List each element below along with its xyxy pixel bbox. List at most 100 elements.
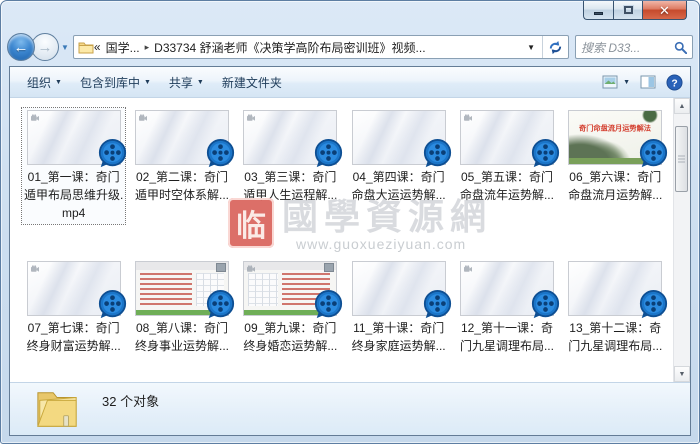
organize-button[interactable]: 组织 ▼ xyxy=(18,70,71,95)
back-arrow-icon: ← xyxy=(13,38,29,56)
file-item[interactable]: 02_第二课：奇门遁甲时空体系解... xyxy=(130,108,235,224)
media-type-icon xyxy=(463,114,472,121)
media-type-icon xyxy=(30,265,39,272)
toolbar-right-group: ▼ ? xyxy=(602,74,683,91)
share-button[interactable]: 共享 ▼ xyxy=(160,70,213,95)
scroll-up-button[interactable]: ▲ xyxy=(674,98,690,114)
search-placeholder: 搜索 D33... xyxy=(581,40,641,55)
include-in-library-button[interactable]: 包含到库中 ▼ xyxy=(71,70,160,95)
file-row-2: 07_第七课：奇门终身财富运势解... 08_第八课：奇门终身事业运势解... … xyxy=(22,259,672,357)
media-type-icon xyxy=(247,114,256,121)
forward-button[interactable]: → xyxy=(31,33,59,61)
change-view-button[interactable]: ▼ xyxy=(602,74,630,90)
video-player-icon xyxy=(206,139,235,168)
file-item[interactable]: 07_第七课：奇门终身财富运势解... xyxy=(22,259,126,357)
file-name: 11_第十课：奇门终身家庭运势解... xyxy=(351,321,446,353)
video-player-icon xyxy=(423,290,452,319)
explorer-window: ✕ ← → ▼ « 国学... ▸ D33734 舒涵老师《决策学高阶布局密训班… xyxy=(0,0,700,444)
video-thumbnail xyxy=(568,261,668,319)
file-grid: 01_第一课：奇门遁甲布局思维升级.mp4 02_第二课：奇门遁甲时空体系解..… xyxy=(10,98,672,382)
media-type-icon xyxy=(247,265,256,272)
maximize-icon xyxy=(622,5,634,15)
file-name: 03_第三课：奇门遁甲人生运程解... xyxy=(243,170,338,202)
file-name: 12_第十一课：奇门九星调理布局... xyxy=(459,321,554,353)
file-name: 09_第九课：奇门终身婚恋运势解... xyxy=(243,321,338,353)
thumbnail-title: 奇门命盘流月运势解法 xyxy=(579,124,652,133)
recent-pages-dropdown[interactable]: ▼ xyxy=(61,43,69,52)
folder-icon-large xyxy=(34,387,80,431)
video-player-icon xyxy=(639,139,668,168)
refresh-icon xyxy=(549,40,562,54)
video-player-icon xyxy=(639,290,668,319)
video-player-icon xyxy=(314,290,343,319)
file-item[interactable]: 01_第一课：奇门遁甲布局思维升级.mp4 xyxy=(20,107,127,225)
video-thumbnail xyxy=(26,110,126,168)
file-name: 05_第五课：奇门命盘流年运势解... xyxy=(459,170,554,202)
slide-text-decoration xyxy=(139,273,192,308)
chevron-down-icon: ▼ xyxy=(623,78,630,86)
video-player-icon xyxy=(531,290,560,319)
object-count: 32 个对象 xyxy=(102,394,160,409)
file-item[interactable]: 奇门命盘流月运势解法 06_第六课：奇门命盘流月运势解... xyxy=(564,108,668,224)
search-input[interactable]: 搜索 D33... xyxy=(575,35,693,59)
address-bar[interactable]: « 国学... ▸ D33734 舒涵老师《决策学高阶布局密训班》视频... ▼ xyxy=(72,35,569,59)
address-history-dropdown[interactable]: ▼ xyxy=(520,43,542,52)
details-pane: 32 个对象 xyxy=(10,382,690,435)
breadcrumb[interactable]: « 国学... ▸ D33734 舒涵老师《决策学高阶布局密训班》视频... xyxy=(94,39,520,56)
file-item[interactable]: 03_第三课：奇门遁甲人生运程解... xyxy=(239,108,343,224)
file-item[interactable]: 09_第九课：奇门终身婚恋运势解... xyxy=(239,259,343,357)
file-name: 08_第八课：奇门终身事业运势解... xyxy=(134,321,229,353)
file-item[interactable]: 05_第五课：奇门命盘流年运势解... xyxy=(455,108,560,224)
slide-portrait-decoration xyxy=(215,263,226,272)
file-item[interactable]: 04_第四课：奇门命盘大运运势解... xyxy=(347,108,451,224)
new-folder-button[interactable]: 新建文件夹 xyxy=(213,70,291,95)
command-toolbar: 组织 ▼ 包含到库中 ▼ 共享 ▼ 新建文件夹 ▼ ? xyxy=(10,67,690,98)
refresh-button[interactable] xyxy=(542,36,568,58)
media-type-icon xyxy=(463,265,472,272)
close-icon: ✕ xyxy=(659,2,670,18)
back-button[interactable]: ← xyxy=(7,33,35,61)
help-button[interactable]: ? xyxy=(666,74,683,91)
media-type-icon xyxy=(138,114,147,121)
minimize-button[interactable] xyxy=(583,1,613,20)
views-icon xyxy=(602,74,618,90)
maximize-button[interactable] xyxy=(613,1,642,20)
folder-icon xyxy=(78,39,94,55)
file-name: 02_第二课：奇门遁甲时空体系解... xyxy=(134,170,229,202)
preview-pane-button[interactable] xyxy=(640,74,656,90)
file-item[interactable]: 13_第十二课：奇门九星调理布局... xyxy=(564,259,668,357)
vertical-scrollbar[interactable]: ▲ ▼ xyxy=(673,98,690,382)
video-thumbnail xyxy=(26,261,126,319)
breadcrumb-overflow-chevron[interactable]: « xyxy=(94,40,101,54)
video-thumbnail xyxy=(243,261,343,319)
file-name: 01_第一课：奇门遁甲布局思维升级.mp4 xyxy=(24,170,124,220)
video-thumbnail: 奇门命盘流月运势解法 xyxy=(568,110,668,168)
video-thumbnail xyxy=(459,261,560,319)
video-player-icon xyxy=(206,290,235,319)
video-thumbnail xyxy=(351,110,451,168)
video-player-icon xyxy=(531,139,560,168)
video-player-icon xyxy=(423,139,452,168)
breadcrumb-current-folder[interactable]: D33734 舒涵老师《决策学高阶布局密训班》视频... xyxy=(154,39,425,56)
file-item[interactable]: 11_第十课：奇门终身家庭运势解... xyxy=(347,259,451,357)
file-name: 06_第六课：奇门命盘流月运势解... xyxy=(568,170,663,202)
media-type-icon xyxy=(30,114,39,121)
video-thumbnail xyxy=(134,110,235,168)
organize-label: 组织 xyxy=(27,75,52,90)
chevron-down-icon: ▼ xyxy=(143,78,151,86)
scroll-down-button[interactable]: ▼ xyxy=(674,366,690,382)
forward-arrow-icon: → xyxy=(37,38,53,56)
video-thumbnail xyxy=(459,110,560,168)
video-thumbnail xyxy=(351,261,451,319)
close-button[interactable]: ✕ xyxy=(642,1,687,20)
file-item[interactable]: 08_第八课：奇门终身事业运势解... xyxy=(130,259,235,357)
file-item[interactable]: 12_第十一课：奇门九星调理布局... xyxy=(455,259,560,357)
scrollbar-thumb[interactable] xyxy=(675,126,688,192)
file-name: 13_第十二课：奇门九星调理布局... xyxy=(568,321,663,353)
client-area: 组织 ▼ 包含到库中 ▼ 共享 ▼ 新建文件夹 ▼ ? 01_第一课：奇门遁甲布… xyxy=(9,66,691,436)
breadcrumb-root[interactable]: 国学... xyxy=(106,39,140,56)
scrollbar-grip xyxy=(678,155,685,163)
video-thumbnail xyxy=(134,261,235,319)
navigation-bar: ← → ▼ « 国学... ▸ D33734 舒涵老师《决策学高阶布局密训班》视… xyxy=(7,30,693,64)
file-row-1: 01_第一课：奇门遁甲布局思维升级.mp4 02_第二课：奇门遁甲时空体系解..… xyxy=(20,107,672,225)
